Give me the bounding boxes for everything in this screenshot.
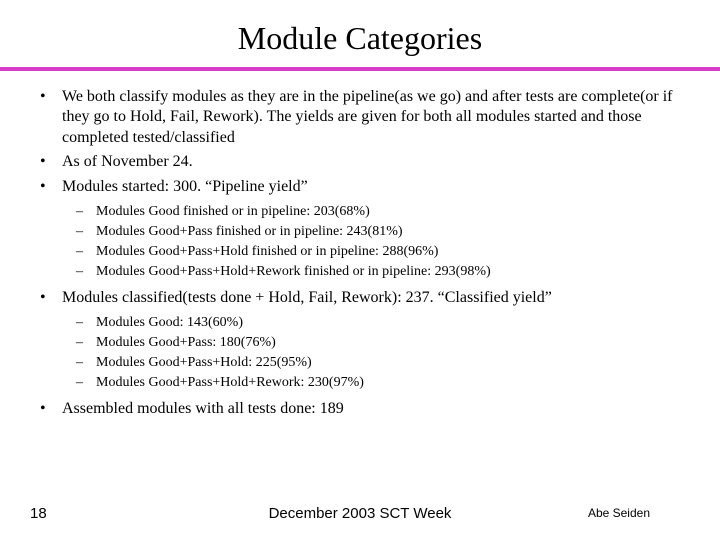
footer-author: Abe Seiden (588, 506, 650, 520)
slide: Module Categories We both classify modul… (0, 0, 720, 540)
content-area: We both classify modules as they are in … (28, 87, 692, 419)
bullet-item: We both classify modules as they are in … (28, 87, 692, 148)
sub-text: Modules Good+Pass+Hold+Rework: 230(97%) (96, 375, 364, 390)
sub-text: Modules Good+Pass: 180(76%) (96, 335, 276, 350)
sub-item: Modules Good: 143(60%) (62, 314, 692, 333)
sub-item: Modules Good+Pass: 180(76%) (62, 334, 692, 353)
sub-item: Modules Good+Pass+Hold+Rework finished o… (62, 263, 692, 282)
sub-item: Modules Good+Pass finished or in pipelin… (62, 223, 692, 242)
bullet-item: Modules classified(tests done + Hold, Fa… (28, 288, 692, 393)
sub-item: Modules Good+Pass+Hold finished or in pi… (62, 243, 692, 262)
bullet-text: Modules classified(tests done + Hold, Fa… (62, 289, 552, 306)
sub-text: Modules Good+Pass finished or in pipelin… (96, 224, 403, 239)
sub-item: Modules Good+Pass+Hold+Rework: 230(97%) (62, 374, 692, 393)
sub-item: Modules Good finished or in pipeline: 20… (62, 203, 692, 222)
bullet-text: As of November 24. (62, 153, 193, 170)
bullet-text: Modules started: 300. “Pipeline yield” (62, 178, 308, 195)
bullet-text: Assembled modules with all tests done: 1… (62, 400, 344, 417)
bullet-item: As of November 24. (28, 152, 692, 172)
bullet-list: We both classify modules as they are in … (28, 87, 692, 419)
divider (0, 67, 720, 71)
sub-text: Modules Good finished or in pipeline: 20… (96, 204, 370, 219)
slide-title: Module Categories (28, 20, 692, 57)
bullet-item: Modules started: 300. “Pipeline yield” M… (28, 177, 692, 282)
sub-text: Modules Good+Pass+Hold+Rework finished o… (96, 264, 491, 279)
bullet-item: Assembled modules with all tests done: 1… (28, 399, 692, 419)
bullet-text: We both classify modules as they are in … (62, 88, 673, 146)
sub-text: Modules Good: 143(60%) (96, 315, 243, 330)
sub-text: Modules Good+Pass+Hold: 225(95%) (96, 355, 312, 370)
sub-text: Modules Good+Pass+Hold finished or in pi… (96, 244, 438, 259)
sub-item: Modules Good+Pass+Hold: 225(95%) (62, 354, 692, 373)
sub-list: Modules Good finished or in pipeline: 20… (62, 203, 692, 282)
sub-list: Modules Good: 143(60%) Modules Good+Pass… (62, 314, 692, 393)
